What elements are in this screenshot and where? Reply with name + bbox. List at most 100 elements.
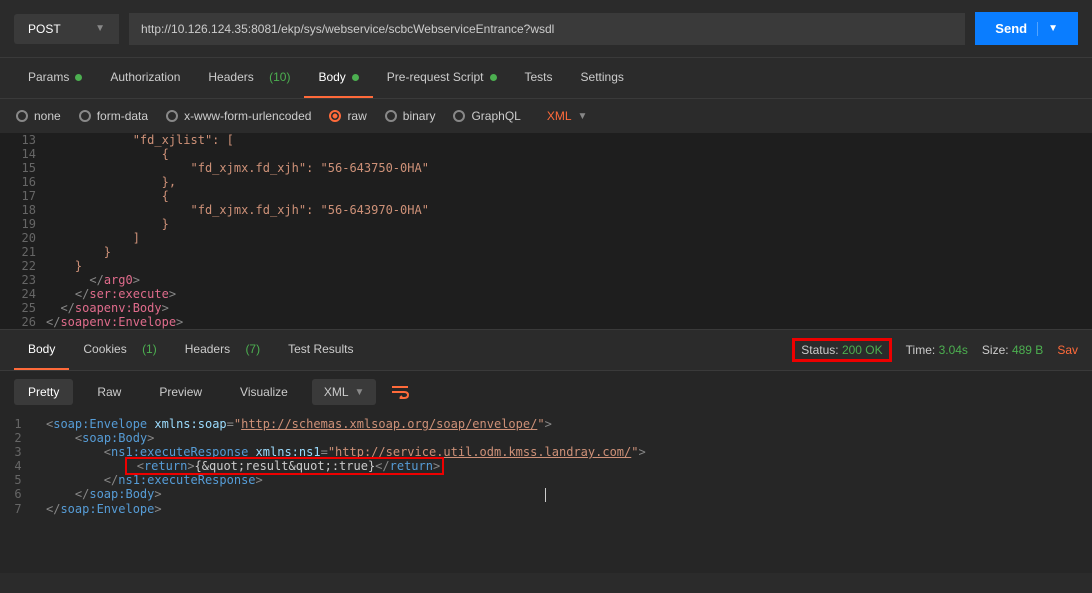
status-value: 200 OK (842, 343, 883, 357)
request-bar: POST ▼ Send ▼ (0, 0, 1092, 58)
status-dot-icon (352, 74, 359, 81)
code-line: 5 </ns1:executeResponse> (0, 473, 1092, 487)
tab-response-cookies[interactable]: Cookies (1) (69, 330, 170, 370)
view-raw[interactable]: Raw (83, 379, 135, 405)
response-body-editor[interactable]: 1<soap:Envelope xmlns:soap="http://schem… (0, 413, 1092, 573)
view-preview[interactable]: Preview (145, 379, 216, 405)
size-label: Size: (982, 343, 1009, 357)
method-select[interactable]: POST ▼ (14, 14, 119, 44)
code-line: 6 </soap:Body> (0, 487, 1092, 502)
format-label: XML (324, 385, 349, 399)
tab-authorization[interactable]: Authorization (96, 58, 194, 98)
radio-urlencoded[interactable]: x-www-form-urlencoded (166, 109, 311, 123)
headers-count: (10) (269, 70, 290, 84)
response-view-modes: Pretty Raw Preview Visualize XML ▼ (0, 371, 1092, 413)
radio-raw[interactable]: raw (329, 109, 366, 123)
code-line: 23 </arg0> (0, 273, 1092, 287)
radio-label: x-www-form-urlencoded (184, 109, 311, 123)
status-dot-icon (75, 74, 82, 81)
code-line: 19 } (0, 217, 1092, 231)
radio-binary[interactable]: binary (385, 109, 436, 123)
status-label: Status: (801, 343, 838, 357)
request-tabs: Params Authorization Headers (10) Body P… (0, 58, 1092, 99)
time-value: 3.04s (939, 343, 968, 357)
code-line: 13 "fd_xjlist": [ (0, 133, 1092, 147)
chevron-down-icon: ▼ (1048, 23, 1058, 34)
radio-label: none (34, 109, 61, 123)
save-response-button[interactable]: Sav (1057, 343, 1078, 357)
tab-params[interactable]: Params (14, 58, 96, 98)
code-line: 21 } (0, 245, 1092, 259)
view-pretty[interactable]: Pretty (14, 379, 73, 405)
response-format-select[interactable]: XML ▼ (312, 379, 377, 405)
body-language-select[interactable]: XML ▼ (547, 109, 588, 123)
code-line: 15 "fd_xjmx.fd_xjh": "56-643750-0HA" (0, 161, 1092, 175)
tab-label: Cookies (83, 342, 126, 356)
chevron-down-icon: ▼ (578, 111, 588, 122)
status-dot-icon (490, 74, 497, 81)
tab-body[interactable]: Body (304, 58, 372, 98)
radio-icon (385, 110, 397, 122)
tab-label: Authorization (110, 70, 180, 84)
radio-icon (16, 110, 28, 122)
tab-label: Test Results (288, 342, 353, 356)
radio-none[interactable]: none (16, 109, 61, 123)
code-line: 20 ] (0, 231, 1092, 245)
headers-count: (7) (245, 342, 260, 356)
code-line: 22 } (0, 259, 1092, 273)
radio-icon (166, 110, 178, 122)
tab-label: Tests (525, 70, 553, 84)
request-body-editor[interactable]: 13 "fd_xjlist": [14 {15 "fd_xjmx.fd_xjh"… (0, 133, 1092, 329)
radio-label: form-data (97, 109, 148, 123)
radio-icon (79, 110, 91, 122)
send-label: Send (995, 21, 1027, 36)
time-label: Time: (906, 343, 936, 357)
code-line: 24 </ser:execute> (0, 287, 1092, 301)
language-label: XML (547, 109, 572, 123)
method-value: POST (28, 22, 61, 36)
code-line: 26</soapenv:Envelope> (0, 315, 1092, 329)
radio-icon (453, 110, 465, 122)
radio-label: GraphQL (471, 109, 520, 123)
wrap-lines-icon[interactable] (386, 380, 414, 404)
time-group: Time: 3.04s (906, 343, 968, 357)
response-tabs: Body Cookies (1) Headers (7) Test Result… (14, 330, 367, 370)
chevron-down-icon: ▼ (355, 387, 365, 398)
tab-label: Headers (208, 70, 253, 84)
code-line: 2 <soap:Body> (0, 431, 1092, 445)
radio-icon (329, 110, 341, 122)
chevron-down-icon: ▼ (95, 23, 105, 34)
code-line: 16 }, (0, 175, 1092, 189)
code-line: 1<soap:Envelope xmlns:soap="http://schem… (0, 417, 1092, 431)
tab-label: Params (28, 70, 69, 84)
view-visualize[interactable]: Visualize (226, 379, 302, 405)
radio-formdata[interactable]: form-data (79, 109, 148, 123)
tab-label: Body (28, 342, 55, 356)
body-type-options: none form-data x-www-form-urlencoded raw… (0, 99, 1092, 133)
response-status-area: Status: 200 OK Time: 3.04s Size: 489 B S… (792, 338, 1078, 362)
tab-prerequest[interactable]: Pre-request Script (373, 58, 511, 98)
tab-response-headers[interactable]: Headers (7) (171, 330, 274, 370)
tab-tests[interactable]: Tests (511, 58, 567, 98)
response-tabs-bar: Body Cookies (1) Headers (7) Test Result… (0, 329, 1092, 371)
tab-label: Headers (185, 342, 230, 356)
tab-response-body[interactable]: Body (14, 330, 69, 370)
url-input[interactable] (129, 13, 965, 45)
code-line: 17 { (0, 189, 1092, 203)
code-line: 25 </soapenv:Body> (0, 301, 1092, 315)
radio-label: binary (403, 109, 436, 123)
tab-response-testresults[interactable]: Test Results (274, 330, 367, 370)
radio-graphql[interactable]: GraphQL (453, 109, 520, 123)
tab-headers[interactable]: Headers (10) (194, 58, 304, 98)
size-group: Size: 489 B (982, 343, 1043, 357)
radio-label: raw (347, 109, 366, 123)
code-line: 18 "fd_xjmx.fd_xjh": "56-643970-0HA" (0, 203, 1092, 217)
tab-settings[interactable]: Settings (567, 58, 638, 98)
code-line: 4 <return>{&quot;result&quot;:true}</ret… (0, 459, 1092, 473)
send-button[interactable]: Send ▼ (975, 12, 1078, 45)
tab-label: Pre-request Script (387, 70, 484, 84)
code-line: 14 { (0, 147, 1092, 161)
cookies-count: (1) (142, 342, 157, 356)
size-value: 489 B (1012, 343, 1043, 357)
divider (1037, 22, 1038, 36)
